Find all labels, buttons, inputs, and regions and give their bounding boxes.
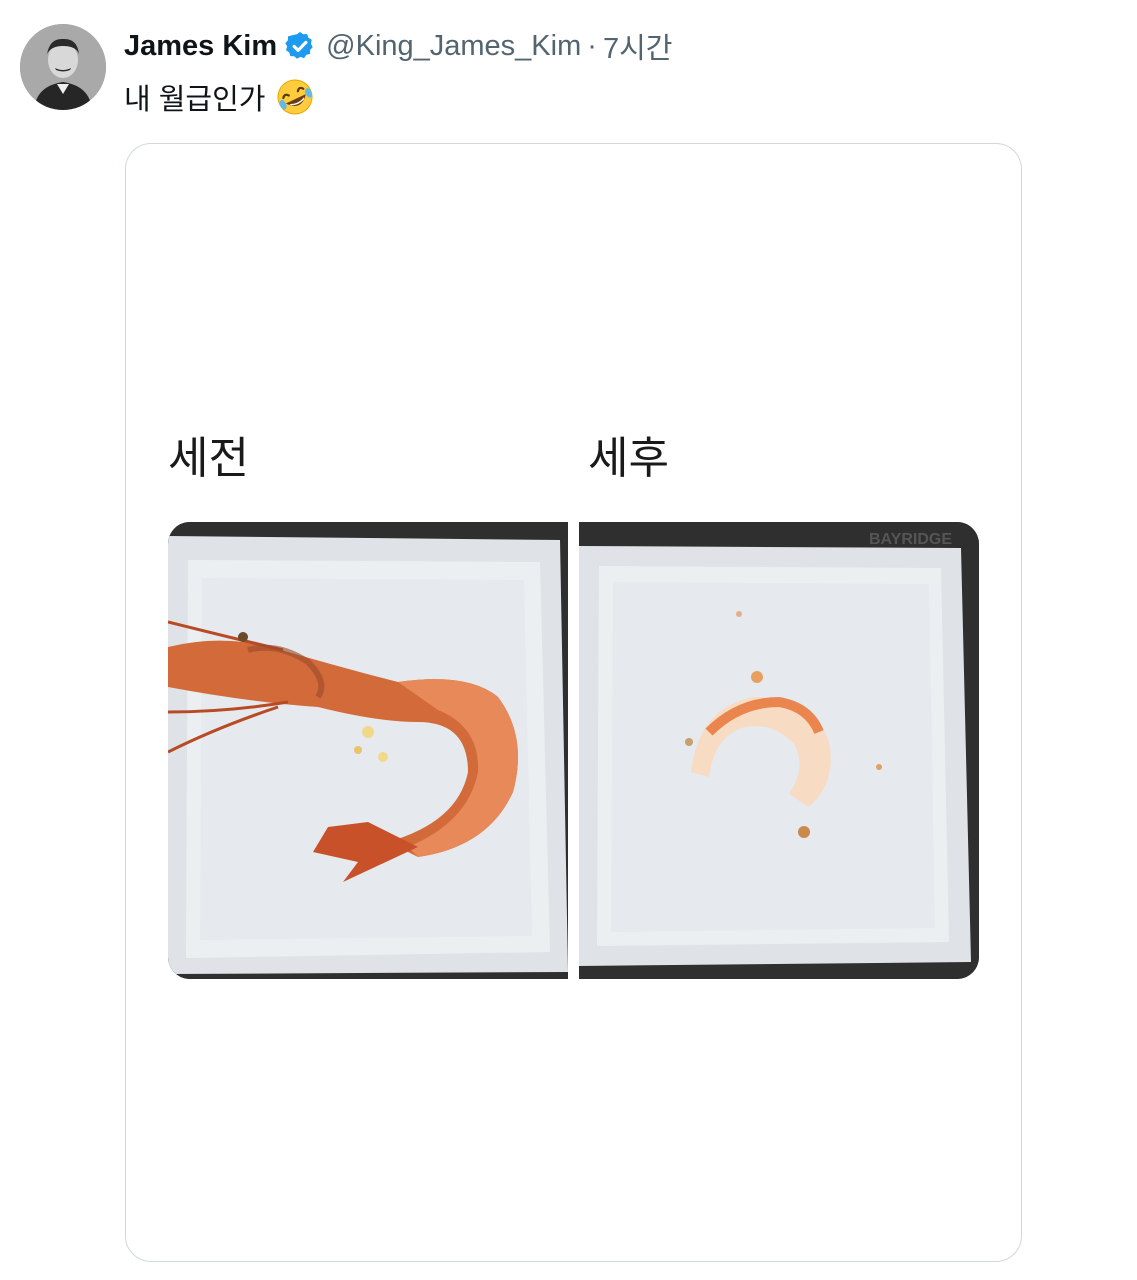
whole-shrimp-image [168,522,568,979]
verified-badge-icon[interactable] [284,30,316,62]
tweet-header: James Kim @King_James_Kim · 7시간 [124,26,672,66]
small-shrimp-image: BAYRIDGE [579,522,979,979]
photo-before-tax[interactable] [168,522,568,979]
label-after-tax: 세후 [588,433,669,484]
avatar-portrait-icon [20,24,106,110]
author-name[interactable]: James Kim [124,30,277,63]
tweet: James Kim @King_James_Kim · 7시간 내 월급인가 세… [0,0,1137,1280]
label-before-tax: 세전 [168,433,249,484]
photo-after-tax[interactable]: BAYRIDGE [579,522,979,979]
tweet-text-content: 내 월급인가 [124,84,266,116]
separator-dot: · [587,29,597,62]
author-handle[interactable]: @King_James_Kim [326,30,581,63]
media-card[interactable]: 세전 세후 BAYRIDGE [125,143,1022,1262]
watermark-text: BAYRIDGE [869,531,952,548]
rolling-on-floor-laughing-emoji-icon [275,77,315,117]
tweet-text: 내 월급인가 [124,76,315,118]
timestamp[interactable]: 7시간 [603,25,673,67]
avatar[interactable] [20,24,106,110]
